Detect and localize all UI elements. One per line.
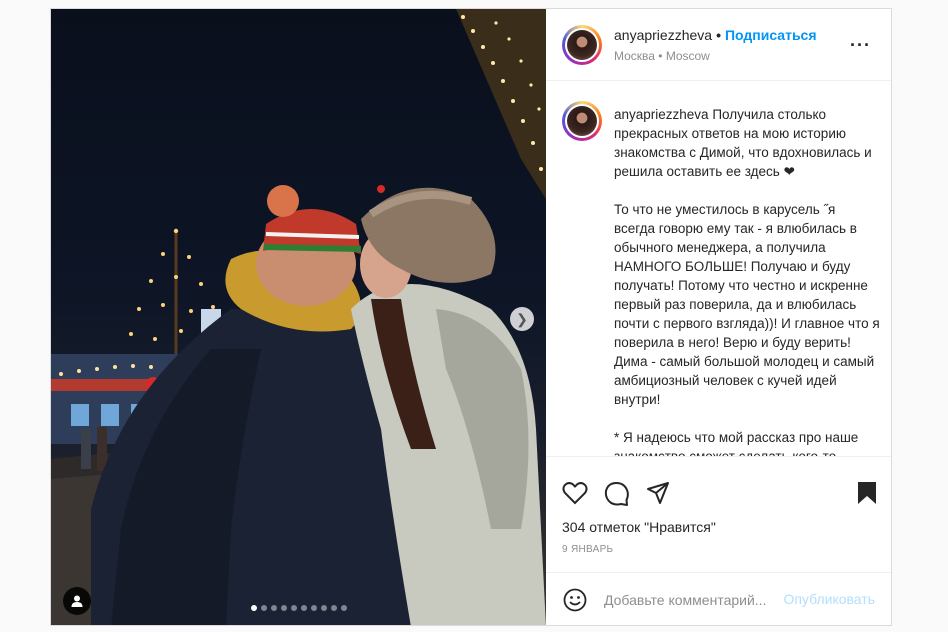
author-username[interactable]: anyapriezzheva bbox=[614, 27, 712, 43]
more-options-button[interactable]: ··· bbox=[850, 35, 871, 56]
more-options-icon: ··· bbox=[850, 35, 871, 55]
comment-input[interactable] bbox=[602, 589, 782, 611]
comment-icon[interactable] bbox=[604, 481, 630, 507]
post-date: 9 ЯНВАРЬ bbox=[562, 544, 614, 555]
emoji-icon[interactable] bbox=[563, 588, 587, 612]
caption-username[interactable]: anyapriezzheva bbox=[614, 107, 709, 122]
carousel-dot bbox=[310, 605, 317, 611]
carousel-indicator bbox=[51, 605, 546, 611]
post-sidebar: anyapriezzheva • Подписаться Москва • Mosc… bbox=[546, 9, 891, 625]
bookmark-icon[interactable] bbox=[857, 481, 877, 505]
carousel-dot bbox=[260, 605, 267, 611]
carousel-dot bbox=[330, 605, 337, 611]
chevron-right-icon: ❯ bbox=[516, 310, 528, 327]
caption-text: Получила столько прекрасных ответов на м… bbox=[614, 107, 880, 457]
carousel-dot bbox=[320, 605, 327, 611]
post-caption: anyapriezzheva Получила столько прекрасн… bbox=[614, 105, 880, 457]
carousel-dot bbox=[340, 605, 347, 611]
carousel-dot bbox=[290, 605, 297, 611]
caption-scroll-area[interactable]: anyapriezzheva Получила столько прекрасн… bbox=[546, 81, 891, 457]
separator-dot: • bbox=[716, 27, 721, 43]
carousel-dot bbox=[270, 605, 277, 611]
likes-count[interactable]: 304 отметок "Нравится" bbox=[562, 519, 716, 535]
share-icon[interactable] bbox=[646, 481, 670, 505]
carousel-dot bbox=[300, 605, 307, 611]
post-container: ❯ anyapriezzheva • Подписаться Москва • Mo… bbox=[50, 8, 892, 626]
carousel-dot bbox=[280, 605, 287, 611]
post-header: anyapriezzheva • Подписаться Москва • Mosc… bbox=[546, 9, 891, 81]
follow-button[interactable]: Подписаться bbox=[725, 27, 817, 43]
caption-avatar[interactable] bbox=[562, 101, 602, 141]
comment-bar: Опубликовать bbox=[546, 572, 891, 625]
carousel-dot bbox=[250, 605, 257, 611]
heart-icon[interactable] bbox=[562, 481, 588, 505]
post-location[interactable]: Москва • Moscow bbox=[614, 49, 710, 63]
photo-illustration bbox=[51, 9, 546, 625]
publish-button[interactable]: Опубликовать bbox=[783, 591, 875, 607]
author-avatar[interactable] bbox=[562, 25, 602, 65]
post-photo[interactable]: ❯ bbox=[51, 9, 546, 625]
carousel-next-button[interactable]: ❯ bbox=[510, 307, 534, 331]
